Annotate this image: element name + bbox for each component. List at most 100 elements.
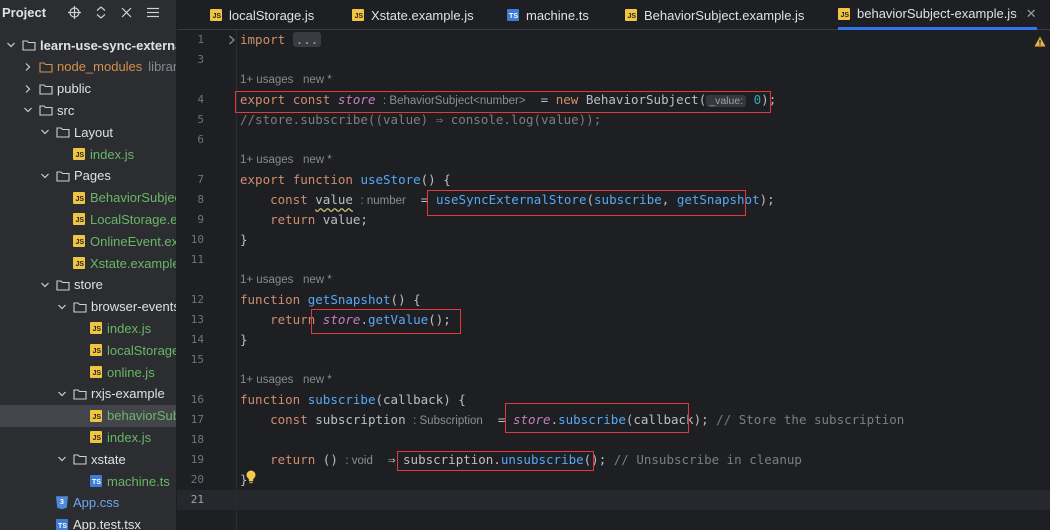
tree-item[interactable]: JS LocalStorage.example.js <box>0 208 176 230</box>
close-tab-icon[interactable]: ✕ <box>1026 6 1037 22</box>
line-number: 20 <box>190 473 204 486</box>
tree-item[interactable]: TS App.test.tsx <box>0 514 176 530</box>
editor-tab[interactable]: TS machine.ts <box>507 0 589 30</box>
tree-item[interactable]: JS BehaviorSubject.example.js <box>0 187 176 209</box>
chevron-down-icon[interactable] <box>6 40 16 50</box>
tree-item[interactable]: JS Xstate.example.js <box>0 252 176 274</box>
javascript-file-icon: JS <box>73 213 85 226</box>
keyword: export <box>240 172 286 187</box>
tree-item-label: App.css <box>73 495 120 511</box>
chevron-right-icon[interactable] <box>23 62 33 72</box>
folder-icon <box>39 60 53 74</box>
tree-item[interactable]: rxjs-example <box>0 383 176 405</box>
tree-item-label: OnlineEvent.example.js <box>90 233 176 249</box>
chevron-down-icon[interactable] <box>57 454 67 464</box>
tree-item[interactable]: Layout <box>0 121 176 143</box>
javascript-file-icon: JS <box>73 191 85 204</box>
folded-imports[interactable]: ... <box>292 32 322 47</box>
hamburger-menu-icon[interactable] <box>146 6 159 19</box>
line-number-gutter: 1 3 4 5 6 7 8 9 10 11 12 13 14 15 16 17 18 19 20 21 <box>177 30 237 530</box>
code-line-5: //store.subscribe((value) ⇒ console.log(… <box>240 112 602 127</box>
tree-item[interactable]: 3 App.css <box>0 492 176 514</box>
line-number: 5 <box>197 113 204 126</box>
tree-item-label: Layout <box>74 124 114 140</box>
tree-item[interactable]: browser-events <box>0 296 176 318</box>
editor-tab[interactable]: JS Xstate.example.js <box>352 0 474 30</box>
javascript-file-icon: JS <box>838 7 850 20</box>
editor-tab-label: BehaviorSubject.example.js <box>644 7 805 23</box>
comment: // Store the subscription <box>716 412 905 427</box>
editor-tab-label: machine.ts <box>526 7 589 23</box>
usages-count[interactable]: 1+ usages <box>240 74 293 86</box>
folder-icon <box>73 300 87 314</box>
tree-item-label: index.js <box>90 146 135 162</box>
chevron-down-icon[interactable] <box>57 389 67 399</box>
usages-count[interactable]: 1+ usages <box>240 154 293 166</box>
keyword: return <box>270 452 316 467</box>
type-hint: : void <box>345 455 373 467</box>
editor-tab[interactable]: JS behaviorSubject-example.js ✕ <box>838 0 1037 30</box>
keyword: function <box>292 172 353 187</box>
line-number: 6 <box>197 133 204 146</box>
tree-item[interactable]: learn-use-sync-external <box>0 34 176 56</box>
tree-item[interactable]: node_modules library root <box>0 56 176 78</box>
tree-item[interactable]: TS machine.ts <box>0 470 176 492</box>
comment: // Unsubscribe in cleanup <box>613 452 802 467</box>
tree-item[interactable]: JS localStorage.js <box>0 339 176 361</box>
javascript-file-icon: JS <box>625 9 637 21</box>
expand-collapse-icon[interactable] <box>94 5 107 19</box>
editor-tab[interactable]: JS BehaviorSubject.example.js <box>625 0 804 30</box>
tree-item[interactable]: JS index.js <box>0 426 176 448</box>
chevron-down-icon[interactable] <box>57 302 67 312</box>
usage-hint[interactable]: 1+ usages new * <box>240 150 332 170</box>
tree-item[interactable]: src <box>0 99 176 121</box>
chevron-right-icon[interactable] <box>23 84 33 94</box>
code-editor[interactable]: 1 3 4 5 6 7 8 9 10 11 12 13 14 15 16 17 18 19 20 21 import … <box>177 30 1050 530</box>
editor-tab-label: localStorage.js <box>229 7 315 23</box>
chevron-down-icon[interactable] <box>40 127 50 137</box>
tree-item[interactable]: JS behaviorSubject-example.js <box>0 404 176 427</box>
type-hint: : Subscription <box>413 415 483 427</box>
code-line-20: } <box>240 472 248 487</box>
tree-item[interactable]: xstate <box>0 448 176 470</box>
tree-item-label: index.js <box>107 320 152 336</box>
tree-item-label: xstate <box>91 451 126 467</box>
line-number: 12 <box>190 293 204 306</box>
usages-count[interactable]: 1+ usages <box>240 374 293 386</box>
tree-item[interactable]: JS online.js <box>0 361 176 383</box>
tree-item[interactable]: store <box>0 274 176 296</box>
chevron-down-icon[interactable] <box>40 171 50 181</box>
editor-tab[interactable]: JS localStorage.js <box>210 0 314 30</box>
locate-file-icon[interactable] <box>68 5 82 19</box>
line-number: 16 <box>190 393 204 406</box>
fold-expand-icon[interactable] <box>228 35 236 45</box>
new-marker: new * <box>302 274 332 286</box>
tree-item-label: App.test.tsx <box>73 517 141 530</box>
code-line-1: import ... <box>240 30 322 50</box>
type-hint: : number <box>360 195 406 207</box>
folder-icon <box>39 82 53 96</box>
arrow-operator: ⇒ <box>387 452 396 467</box>
line-number: 9 <box>197 213 204 226</box>
highlight-box-use-sync-external-store <box>427 190 746 216</box>
tree-item[interactable]: JS index.js <box>0 143 176 165</box>
tree-item[interactable]: JS index.js <box>0 317 176 339</box>
usage-hint[interactable]: 1+ usages new * <box>240 370 332 390</box>
typescript-file-icon: TS <box>90 475 102 487</box>
code-area[interactable]: import ... 1+ usages new * export const … <box>235 30 1050 530</box>
usages-count[interactable]: 1+ usages <box>240 274 293 286</box>
close-panel-icon[interactable] <box>120 6 133 19</box>
chevron-down-icon[interactable] <box>40 280 50 290</box>
usage-hint[interactable]: 1+ usages new * <box>240 270 332 290</box>
tree-item[interactable]: JS OnlineEvent.example.js <box>0 230 176 252</box>
project-panel: Project learn-use-sync-external node_modu… <box>0 0 177 530</box>
javascript-file-icon: JS <box>90 409 102 422</box>
chevron-down-icon[interactable] <box>23 105 33 115</box>
tree-item[interactable]: public <box>0 78 176 100</box>
usage-hint[interactable]: 1+ usages new * <box>240 70 332 90</box>
tree-item[interactable]: Pages <box>0 165 176 187</box>
highlight-box-get-value <box>311 309 461 334</box>
tree-item-label: rxjs-example <box>91 386 165 402</box>
keyword: const <box>270 412 308 427</box>
project-title[interactable]: Project <box>2 5 46 20</box>
